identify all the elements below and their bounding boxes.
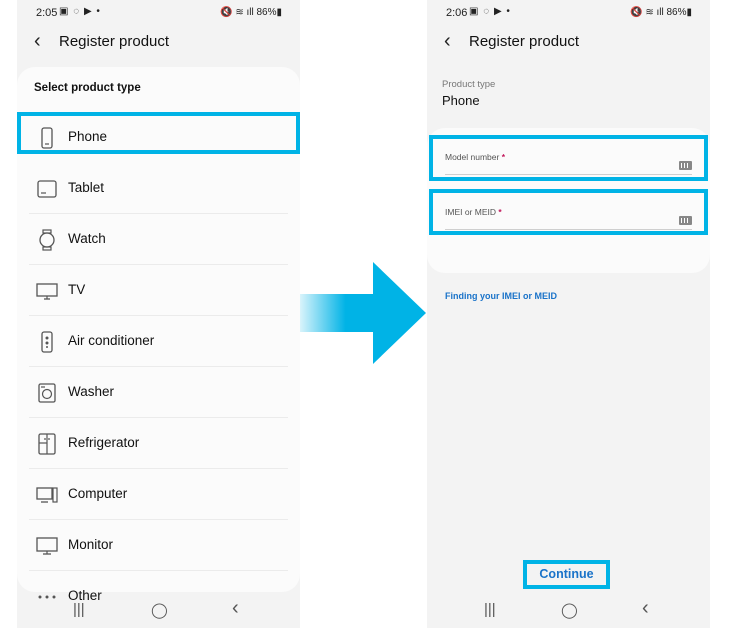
navigation-bar: ||| ◯ ‹ <box>17 592 300 628</box>
section-title: Select product type <box>34 82 141 94</box>
back-arrow-icon[interactable]: ‹ <box>444 29 451 53</box>
list-item-air-conditioner[interactable]: Air conditioner <box>29 316 288 367</box>
tv-icon <box>36 283 58 300</box>
list-item-tv[interactable]: TV <box>29 265 288 316</box>
air-conditioner-icon <box>41 331 53 353</box>
model-number-label: Model number * <box>445 152 506 162</box>
watch-icon <box>39 229 55 251</box>
right-phone-screen: 2:06 ▣ ◌ ▶ • 🔇 ≋ ıll 86%▮ ‹ Register pro… <box>427 0 710 628</box>
phone-icon <box>41 127 53 149</box>
nav-back-icon[interactable]: ‹ <box>232 597 239 620</box>
imei-field[interactable]: IMEI or MEID * <box>434 195 703 234</box>
recents-icon[interactable]: ||| <box>484 601 496 618</box>
form-card: Model number * IMEI or MEID * <box>427 128 710 273</box>
product-type-card: Select product type Phone Tablet Watch T… <box>17 67 300 603</box>
field-underline <box>445 174 692 175</box>
tablet-icon <box>37 180 57 198</box>
navigation-bar: ||| ◯ ‹ <box>427 592 710 628</box>
list-item-computer[interactable]: Computer <box>29 469 288 520</box>
item-label: Washer <box>68 384 115 399</box>
list-item-monitor[interactable]: Monitor <box>29 520 288 571</box>
page-title: Register product <box>469 33 580 50</box>
list-item-tablet[interactable]: Tablet <box>29 163 288 214</box>
list-item-refrigerator[interactable]: Refrigerator <box>29 418 288 469</box>
list-item-phone[interactable]: Phone <box>29 112 288 163</box>
product-type-value: Phone <box>442 93 480 108</box>
imei-label: IMEI or MEID * <box>445 207 502 217</box>
refrigerator-icon <box>38 433 56 455</box>
status-time: 2:05 <box>36 7 58 19</box>
list-item-washer[interactable]: Washer <box>29 367 288 418</box>
item-label: Air conditioner <box>68 333 155 348</box>
back-arrow-icon[interactable]: ‹ <box>34 29 41 53</box>
status-bar: 2:06 ▣ ◌ ▶ • 🔇 ≋ ıll 86%▮ <box>427 0 710 24</box>
notification-icons: ▣ ◌ ▶ • <box>469 6 511 17</box>
item-label: Phone <box>68 129 108 144</box>
barcode-scan-icon[interactable] <box>679 161 692 170</box>
left-phone-screen: 2:05 ▣ ◌ ▶ • 🔇 ≋ ıll 86%▮ ‹ Register pro… <box>17 0 300 628</box>
home-icon[interactable]: ◯ <box>151 601 168 619</box>
product-type-label: Product type <box>442 79 496 90</box>
list-item-watch[interactable]: Watch <box>29 214 288 265</box>
notification-icons: ▣ ◌ ▶ • <box>59 6 101 17</box>
barcode-scan-icon[interactable] <box>679 216 692 225</box>
status-time: 2:06 <box>446 7 468 19</box>
status-bar: 2:05 ▣ ◌ ▶ • 🔇 ≋ ıll 86%▮ <box>17 0 300 24</box>
imei-help-link[interactable]: Finding your IMEI or MEID <box>445 291 557 301</box>
home-icon[interactable]: ◯ <box>561 601 578 619</box>
item-label: Watch <box>68 231 106 246</box>
app-bar: ‹ Register product <box>427 27 710 57</box>
item-label: Computer <box>68 486 128 501</box>
model-number-field[interactable]: Model number * <box>434 140 703 179</box>
washer-icon <box>38 383 56 403</box>
item-label: Tablet <box>68 180 105 195</box>
continue-button[interactable]: Continue <box>523 560 610 589</box>
arrow-right-icon <box>300 262 426 364</box>
computer-icon <box>36 487 58 503</box>
app-bar: ‹ Register product <box>17 27 300 57</box>
item-label: TV <box>68 282 86 297</box>
recents-icon[interactable]: ||| <box>73 601 85 618</box>
item-label: Monitor <box>68 537 114 552</box>
page-title: Register product <box>59 33 170 50</box>
monitor-icon <box>36 537 58 555</box>
system-status-icons: 🔇 ≋ ıll 86%▮ <box>220 7 282 18</box>
field-underline <box>445 229 692 230</box>
nav-back-icon[interactable]: ‹ <box>642 597 649 620</box>
system-status-icons: 🔇 ≋ ıll 86%▮ <box>630 7 692 18</box>
item-label: Refrigerator <box>68 435 140 450</box>
